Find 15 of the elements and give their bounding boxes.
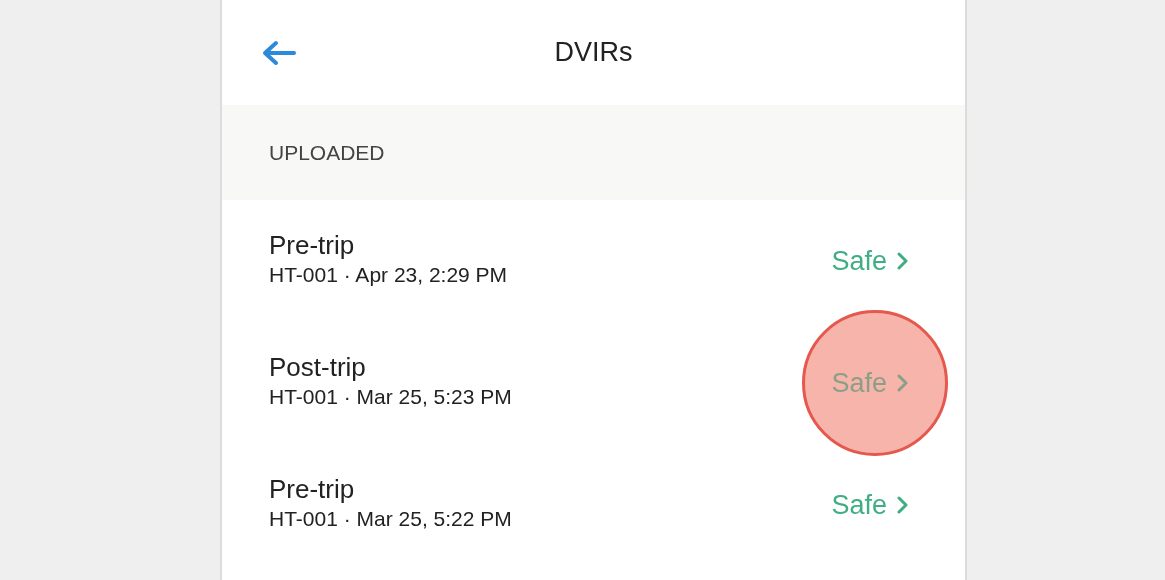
chevron-icon <box>897 496 908 514</box>
status-link[interactable]: Safe <box>831 484 908 526</box>
back-icon[interactable] <box>262 39 296 66</box>
chevron-icon <box>897 374 908 392</box>
report-details: HT-001 · Apr 23, 2:29 PM <box>269 261 508 288</box>
report-type: Pre-trip <box>269 231 356 259</box>
chevron-icon <box>897 252 908 270</box>
report-type: Pre-trip <box>269 475 356 503</box>
status-link[interactable]: Safe <box>831 240 908 282</box>
status-link[interactable]: Safe <box>831 362 908 404</box>
report-details: HT-001 · Mar 25, 5:23 PM <box>269 383 512 410</box>
report-details: HT-001 · Mar 25, 5:22 PM <box>269 505 512 532</box>
report-type: Post-trip <box>269 353 367 381</box>
section-title: UPLOADED <box>269 139 385 166</box>
screen-title: DVIRs <box>554 36 633 69</box>
